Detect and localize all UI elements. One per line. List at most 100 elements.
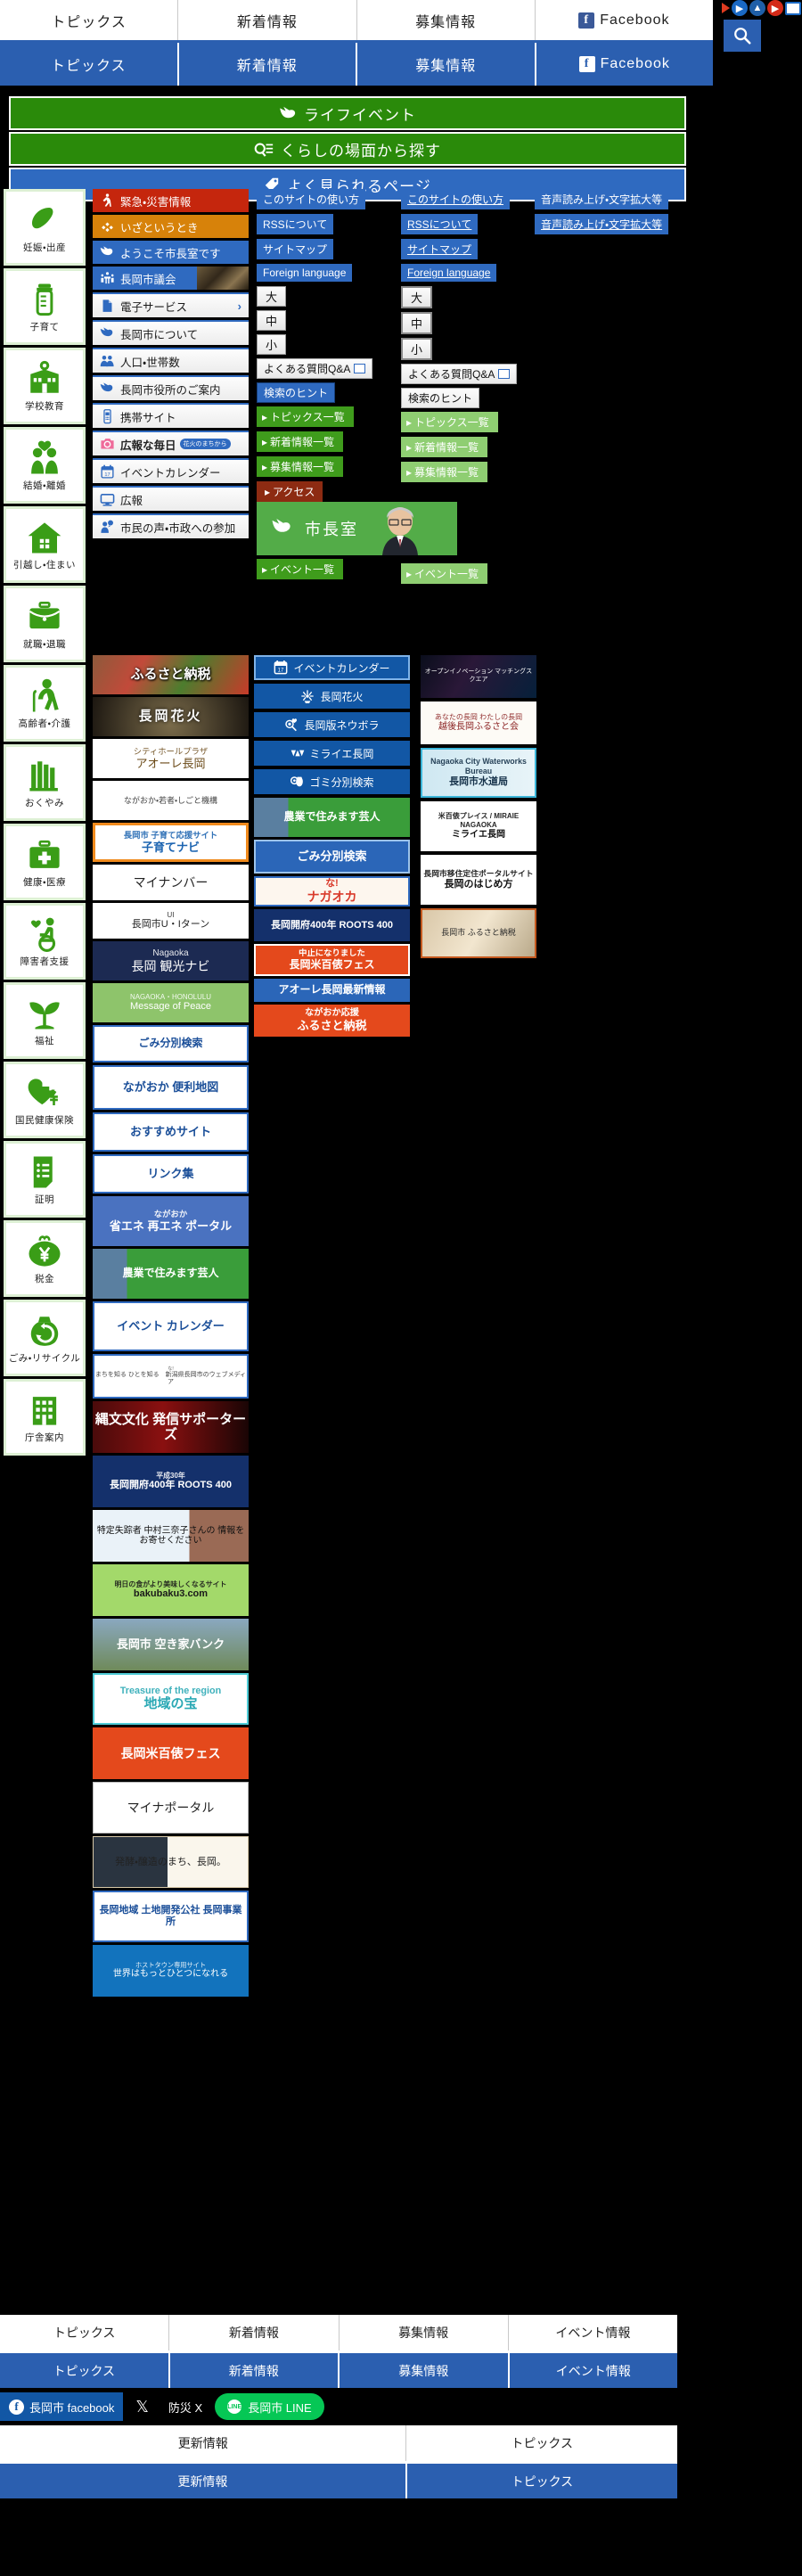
- banner-nagaoka-suidoukyoku[interactable]: Nagaoka City Waterworks Bureau 長岡市水道局: [421, 748, 536, 798]
- menu-item-13[interactable]: 市民の声・市政への参加: [93, 513, 249, 538]
- topnav2-item-topics[interactable]: トピックス: [0, 43, 179, 86]
- banner-ui-turn[interactable]: UI 長岡市U・Iターン: [93, 903, 249, 939]
- banner-shoene-saiene-portal[interactable]: ながおか 省エネ 再エネ ポータル: [93, 1196, 249, 1246]
- menu-item-8[interactable]: 長岡市役所のご案内: [93, 375, 249, 400]
- banner-na-nagaoka-web[interactable]: な! まちを知る ひとを知る 新潟県長岡市のウェブメディア: [93, 1354, 249, 1399]
- font-size-large-alt[interactable]: 大: [401, 286, 433, 308]
- sidebar-item-briefcase[interactable]: 就職・退職: [4, 586, 86, 662]
- banner-nagaoka-komehyou-fes[interactable]: 長岡米百俵フェス: [93, 1727, 249, 1779]
- banner-akiya-bank[interactable]: 長岡市 空き家バンク: [93, 1619, 249, 1670]
- banner-open-innovation-matching-square[interactable]: オープンイノベーション マッチングスクエア: [421, 655, 536, 698]
- link-rss[interactable]: RSSについて: [257, 214, 334, 234]
- search-hint-selected[interactable]: 検索のヒント: [257, 382, 336, 403]
- forward-icon[interactable]: ▶: [767, 0, 783, 16]
- bar-search-by-scene[interactable]: くらしの場面から探す: [9, 132, 686, 166]
- footer2-item-event[interactable]: イベント情報: [510, 2353, 678, 2388]
- banner-nagaoka-no-hajimekata[interactable]: 長岡市移住定住ポータルサイト 長岡のはじめ方: [421, 855, 536, 905]
- topnav2-item-recruit[interactable]: 募集情報: [357, 43, 536, 86]
- shortcut-calendar[interactable]: 17 イベントカレンダー: [254, 655, 410, 680]
- link-sitemap[interactable]: サイトマップ: [257, 239, 334, 259]
- access-button[interactable]: アクセス: [257, 481, 323, 502]
- banner-gomi-bunbetsu-1[interactable]: ごみ分別検索: [93, 1025, 249, 1062]
- footer2-item-new[interactable]: 新着情報: [170, 2353, 340, 2388]
- sidebar-item-baby[interactable]: 妊娠・出産: [4, 189, 86, 266]
- menu-item-11[interactable]: 17 イベントカレンダー: [93, 458, 249, 483]
- font-size-medium-alt[interactable]: 中: [401, 312, 433, 334]
- footer-bottom2-item-update[interactable]: 更新情報: [0, 2464, 407, 2498]
- next-icon[interactable]: ▶: [732, 0, 748, 16]
- line-link[interactable]: LINE 長岡市 LINE: [215, 2393, 324, 2420]
- banner-aore-saishin[interactable]: アオーレ長岡最新情報: [254, 979, 410, 1002]
- banner-na-nagaoka-2[interactable]: な! ナガオカ: [254, 876, 410, 907]
- banner-nagaoka-furusato-nozei[interactable]: 長岡市 ふるさと納税: [421, 908, 536, 958]
- play-icon[interactable]: [722, 3, 730, 13]
- menu-item-9[interactable]: 携帯サイト: [93, 403, 249, 428]
- menu-item-10[interactable]: 広報な毎日 花火のまちから: [93, 431, 249, 455]
- banner-event-calendar-banner[interactable]: イベント カレンダー: [93, 1301, 249, 1351]
- shortcut-fireworks[interactable]: 長岡花火: [254, 684, 410, 709]
- topnav2-item-new[interactable]: 新着情報: [179, 43, 357, 86]
- topics-list-button-alt[interactable]: トピックス一覧: [401, 412, 498, 432]
- sidebar-item-wheelchair-heart[interactable]: 障害者支援: [4, 903, 86, 980]
- menu-item-2[interactable]: いざというとき: [93, 215, 249, 238]
- x-link[interactable]: 𝕏 防災 X: [123, 2392, 215, 2421]
- menu-item-3[interactable]: ようこそ市長室です: [93, 241, 249, 264]
- sidebar-item-sprout[interactable]: 福祉: [4, 982, 86, 1059]
- sidebar-item-coin-purse-yen[interactable]: 税金: [4, 1220, 86, 1297]
- search-button[interactable]: [724, 20, 761, 52]
- sidebar-item-grave[interactable]: おくやみ: [4, 744, 86, 821]
- banner-miraie-nagaoka[interactable]: 米百俵プレイス / MIRAIE NAGAOKA ミライエ長岡: [421, 801, 536, 851]
- footer-item-event[interactable]: イベント情報: [509, 2315, 677, 2350]
- topics-list-button[interactable]: トピックス一覧: [257, 406, 354, 427]
- footer-item-topics[interactable]: トピックス: [0, 2315, 170, 2350]
- sidebar-item-recycle-bag[interactable]: ごみ・リサイクル: [4, 1300, 86, 1376]
- link-rss-alt[interactable]: RSSについて: [401, 214, 479, 234]
- link-accessibility[interactable]: 音声読み上げ・文字拡大等: [535, 189, 669, 209]
- banner-komehyou-chuushi[interactable]: 中止になりました 長岡米百俵フェス: [254, 944, 410, 976]
- banner-nougyou-sumimasu-geinin-2[interactable]: 農業で住みます芸人: [254, 798, 410, 837]
- shortcut-miraie[interactable]: ミライエ長岡: [254, 741, 410, 766]
- footer2-item-recruit[interactable]: 募集情報: [340, 2353, 510, 2388]
- banner-roots400-2[interactable]: 長岡開府400年 ROOTS 400: [254, 909, 410, 941]
- new-info-list-button[interactable]: 新着情報一覧: [257, 431, 344, 452]
- topnav2-item-facebook[interactable]: f Facebook: [536, 43, 714, 86]
- banner-host-town[interactable]: ホストタウン専用サイト 世界はもっとひとつになれる: [93, 1945, 249, 1997]
- sidebar-item-school[interactable]: 学校教育: [4, 348, 86, 424]
- event-list-button[interactable]: イベント一覧: [257, 559, 344, 579]
- banner-osusume-site[interactable]: おすすめサイト: [93, 1112, 249, 1152]
- sidebar-item-elderly-cane[interactable]: 高齢者・介護: [4, 665, 86, 742]
- menu-item-4[interactable]: 長岡市議会: [93, 267, 249, 290]
- banner-nagaoka-hanabi[interactable]: 長岡花火: [93, 697, 249, 736]
- sidebar-item-couple-heart[interactable]: 結婚・離婚: [4, 427, 86, 504]
- topnav-item-recruit[interactable]: 募集情報: [357, 0, 536, 40]
- sidebar-item-building[interactable]: 庁舎案内: [4, 1379, 86, 1456]
- banner-jomon-bunka-supporters[interactable]: 縄文文化 発信サポーターズ: [93, 1401, 249, 1453]
- banner-tochikaihatsu-kousha[interactable]: 長岡地域 土地開発公社 長岡事業所: [93, 1891, 249, 1942]
- sidebar-item-first-aid[interactable]: 健康・医療: [4, 824, 86, 900]
- sidebar-item-heart-yen[interactable]: 国民健康保険: [4, 1062, 86, 1138]
- banner-hakkou-jouzou[interactable]: 発酵・醸造のまち、長岡。: [93, 1836, 249, 1888]
- topnav-item-topics[interactable]: トピックス: [0, 0, 179, 40]
- banner-echigo-nagaoka-furusato-kai[interactable]: あなたの長岡 わたしの長岡 越後長岡ふるさと会: [421, 701, 536, 744]
- link-site-usage-alt[interactable]: このサイトの使い方: [401, 189, 511, 209]
- banner-myna-portal[interactable]: マイナポータル: [93, 1782, 249, 1834]
- footer-item-new[interactable]: 新着情報: [169, 2315, 340, 2350]
- faq-link[interactable]: よくある質問Q&A: [257, 358, 373, 379]
- sidebar-item-document-list[interactable]: 証明: [4, 1141, 86, 1218]
- banner-aore-nagaoka[interactable]: シティホールプラザ アオーレ長岡: [93, 739, 249, 778]
- footer-bottom-item-update[interactable]: 更新情報: [0, 2425, 407, 2461]
- footer2-item-topics[interactable]: トピックス: [0, 2353, 170, 2388]
- search-hint-plain[interactable]: 検索のヒント: [401, 388, 480, 408]
- banner-nougyou-sumimasu-geinin[interactable]: 農業で住みます芸人: [93, 1249, 249, 1299]
- banner-gomi-bunbetsu-2[interactable]: ごみ分別検索: [254, 840, 410, 874]
- footer-bottom2-item-topics[interactable]: トピックス: [407, 2464, 677, 2498]
- banner-kosodate-navi[interactable]: 長岡市 子育て応援サイト 子育てナビ: [93, 823, 249, 862]
- recruit-list-button-alt[interactable]: 募集情報一覧: [401, 462, 488, 482]
- footer-item-recruit[interactable]: 募集情報: [340, 2315, 509, 2350]
- link-site-usage[interactable]: このサイトの使い方: [257, 189, 366, 209]
- font-size-medium[interactable]: 中: [257, 310, 287, 331]
- faq-link-alt[interactable]: よくある質問Q&A: [401, 364, 518, 384]
- banner-bakubaku3[interactable]: 明日の食がより美味しくなるサイト bakubaku3.com: [93, 1564, 249, 1616]
- facebook-link[interactable]: f 長岡市 facebook: [0, 2392, 124, 2421]
- link-accessibility-alt[interactable]: 音声読み上げ・文字拡大等: [535, 214, 669, 234]
